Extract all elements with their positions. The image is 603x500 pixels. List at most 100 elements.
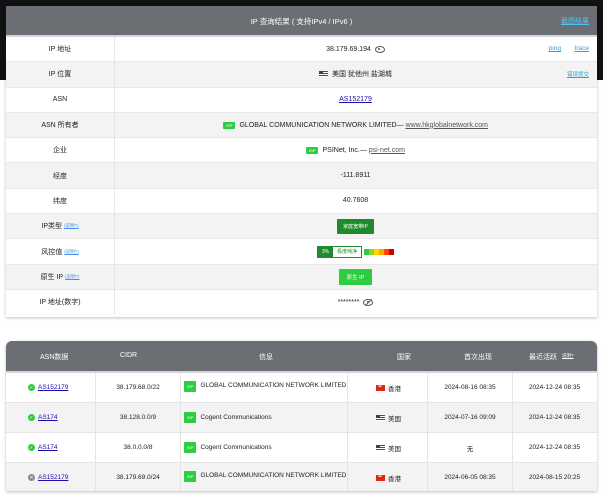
location-value: 美国 犹他州 盐湖城 — [332, 71, 392, 79]
native-help-link[interactable]: (说明?) — [65, 274, 80, 280]
country-cell: 香港 — [388, 475, 401, 483]
info-cell: Cogent Communications — [200, 414, 272, 421]
first-seen-cell: 2024-08-16 08:35 — [428, 373, 513, 402]
row-asn: ASN AS152179 — [6, 87, 597, 113]
asn-owner-name: GLOBAL COMMUNICATION NETWORK LIMITED— — [239, 121, 406, 129]
company-label: 企业 — [6, 138, 115, 163]
table-row: ✓ AS152179 38.179.68.0/22 ISP GLOBAL COMMU… — [6, 373, 597, 403]
us-flag-icon — [376, 444, 385, 451]
col-cidr-header: CIDR — [120, 352, 138, 359]
ip-type-help-link[interactable]: (说明?) — [64, 223, 79, 229]
company-domain-link[interactable]: psi-net.com — [369, 147, 405, 154]
isp-tag: ISP — [222, 121, 236, 129]
risk-text: 极度纯净 — [337, 249, 358, 256]
result-title: IP 查询结果 ( 支持IPv4 / IPv6 ) — [250, 17, 353, 26]
check-icon: ✓ — [28, 444, 35, 451]
table-row: ✓ AS174 38.0.0.0/8 ISP Cogent Communicatio… — [6, 433, 597, 463]
row-company: 企业 ISP PSINet, Inc.— psi-net.com — [6, 138, 597, 164]
asn-link[interactable]: AS152179 — [38, 474, 68, 481]
screenshot-result-link[interactable]: 截图结果 — [561, 16, 589, 26]
last-active-help-link[interactable]: 说明? — [562, 353, 574, 359]
col-info-header: 信息 — [259, 354, 273, 361]
ip-result-card: IP 查询结果 ( 支持IPv4 / IPv6 ) 截图结果 IP 地址 38.… — [6, 6, 597, 317]
row-asn-owner: ASN 所有者 ISP GLOBAL COMMUNICATION NETWORK… — [6, 112, 597, 139]
isp-tag: ISP — [184, 412, 197, 423]
first-seen-cell: 2024-07-16 09:09 — [428, 403, 513, 432]
col-first-header: 首次出现 — [464, 354, 492, 361]
isp-tag: ISP — [184, 471, 197, 482]
eye-icon[interactable] — [374, 45, 385, 53]
col-asn-header: ASN数据 — [40, 354, 69, 361]
hk-flag-icon — [376, 473, 385, 481]
col-last-header: 最近活跃 — [529, 354, 557, 361]
country-cell: 香港 — [388, 385, 401, 393]
latitude-value: 40.7608 — [342, 197, 369, 205]
asn-owner-label: ASN 所有者 — [6, 112, 115, 138]
country-cell: 美国 — [388, 445, 401, 453]
table-header: ASN数据 CIDR 信息 国家 首次出现 最近活跃 说明? — [6, 341, 597, 373]
row-longitude: 经度 -111.8911 — [6, 163, 597, 189]
col-country-header: 国家 — [397, 354, 411, 361]
last-active-cell: 2024-12-24 08:35 — [528, 384, 581, 391]
info-cell: GLOBAL COMMUNICATION NETWORK LIMITED — [200, 382, 347, 389]
asn-link[interactable]: AS152179 — [38, 384, 68, 391]
cidr-cell: 38.179.68.0/22 — [96, 373, 181, 402]
company-name: PSINet, Inc.— — [322, 146, 369, 154]
eye-off-icon[interactable] — [363, 298, 374, 306]
ip-type-badge: 家庭宽带IP — [337, 218, 374, 234]
info-cell: Cogent Communications — [200, 444, 272, 451]
asn-link[interactable]: AS174 — [38, 444, 58, 451]
longitude-label: 经度 — [6, 163, 115, 188]
native-ip-badge: 原生 IP — [338, 268, 373, 285]
isp-tag: ISP — [306, 146, 319, 154]
result-header: IP 查询结果 ( 支持IPv4 / IPv6 ) 截图结果 — [6, 6, 597, 37]
row-risk: 风控值 (说明?) 3% 极度纯净 — [6, 239, 597, 265]
row-location: IP 位置 美国 犹他州 盐湖城 错误提交 — [6, 62, 597, 88]
table-row: ✕ AS152179 38.179.69.0/24 ISP GLOBAL COMMU… — [6, 463, 597, 491]
ping-link[interactable]: ping — [549, 45, 561, 52]
last-active-cell: 2024-08-15 20:25 — [528, 474, 581, 481]
asn-link[interactable]: AS152179 — [339, 96, 372, 103]
trace-link[interactable]: trace — [575, 45, 589, 52]
country-cell: 美国 — [388, 415, 401, 423]
us-flag-icon — [376, 414, 385, 421]
error-report-link[interactable]: 错误提交 — [567, 70, 589, 78]
isp-tag: ISP — [184, 381, 197, 392]
row-ip: IP 地址 38.179.69.194 ping trace — [6, 37, 597, 63]
check-icon: ✓ — [28, 384, 35, 391]
row-ip-numeric: IP 地址(数字) ******** — [6, 289, 597, 315]
row-native: 原生 IP (说明?) 原生 IP — [6, 264, 597, 290]
risk-percent: 3% — [317, 246, 334, 257]
table-row: ✓ AS174 38.128.0.0/9 ISP Cogent Communicat… — [6, 403, 597, 433]
inactive-icon: ✕ — [28, 474, 35, 481]
longitude-value: -111.8911 — [340, 172, 371, 180]
cidr-cell: 38.128.0.0/9 — [96, 403, 181, 432]
native-label: 原生 IP — [40, 273, 64, 281]
location-label: IP 位置 — [6, 62, 115, 87]
asn-history-table: ASN数据 CIDR 信息 国家 首次出现 最近活跃 说明? ✓ AS152179… — [6, 341, 597, 491]
risk-color-bar — [364, 248, 395, 255]
ip-numeric-label: IP 地址(数字) — [6, 289, 115, 315]
cidr-cell: 38.179.69.0/24 — [96, 463, 181, 491]
first-seen-cell: 无 — [428, 433, 513, 462]
last-active-cell: 2024-12-24 08:35 — [528, 444, 581, 451]
ip-label: IP 地址 — [6, 37, 115, 62]
hk-flag-icon — [376, 383, 385, 391]
row-latitude: 纬度 40.7608 — [6, 188, 597, 215]
check-icon: ✓ — [28, 414, 35, 421]
ip-numeric-value: ******** — [337, 298, 360, 306]
last-active-cell: 2024-12-24 08:35 — [528, 414, 581, 421]
latitude-label: 纬度 — [6, 188, 115, 214]
ip-type-label: IP类型 — [41, 223, 63, 231]
first-seen-cell: 2024-06-05 08:35 — [428, 463, 513, 491]
us-flag-icon — [319, 71, 329, 78]
asn-link[interactable]: AS174 — [38, 414, 58, 421]
risk-label: 风控值 — [41, 248, 63, 256]
row-ip-type: IP类型 (说明?) 家庭宽带IP — [6, 214, 597, 240]
ip-value: 38.179.69.194 — [326, 45, 371, 53]
risk-help-link[interactable]: (说明?) — [64, 249, 79, 255]
info-cell: GLOBAL COMMUNICATION NETWORK LIMITED — [200, 472, 347, 479]
isp-tag: ISP — [184, 442, 197, 453]
asn-owner-domain-link[interactable]: www.hkglobalnetwork.com — [406, 122, 488, 129]
asn-label: ASN — [6, 87, 115, 112]
